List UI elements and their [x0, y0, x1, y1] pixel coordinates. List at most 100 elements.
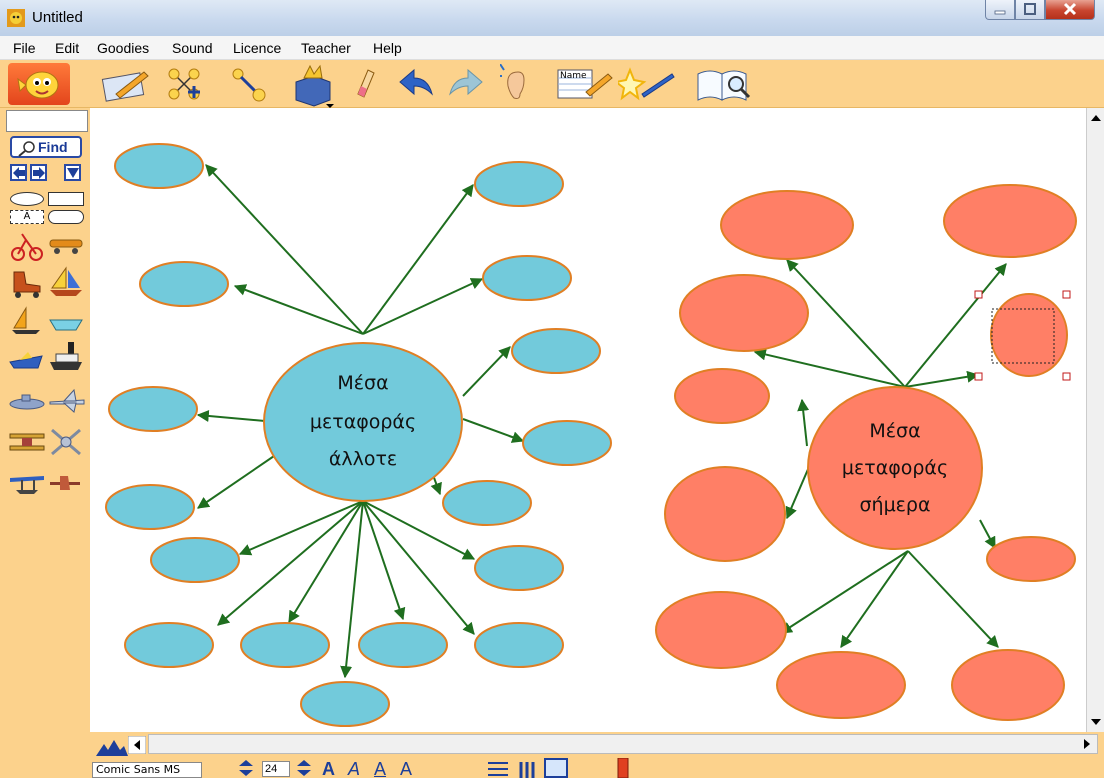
left-map-node[interactable]: [511, 328, 601, 374]
skateboard-icon[interactable]: [48, 234, 84, 256]
text-shape-button[interactable]: A: [10, 210, 44, 224]
triangle-down-icon: [67, 168, 79, 178]
svg-text:Name: Name: [560, 71, 587, 81]
propeller-plane-icon[interactable]: [48, 472, 84, 494]
biplane-icon[interactable]: [8, 426, 46, 458]
align-lines-icon[interactable]: [486, 760, 510, 778]
rectangle-shape-button[interactable]: [48, 192, 84, 206]
network-icon: [168, 68, 200, 100]
helicopter-icon[interactable]: [48, 426, 84, 458]
name-tag-icon: Name: [557, 69, 613, 99]
size-stepper-icon[interactable]: [294, 758, 314, 778]
seaplane-icon[interactable]: [8, 468, 46, 498]
menu-teacher[interactable]: Teacher: [301, 40, 351, 56]
font-size-field[interactable]: 24: [262, 761, 290, 777]
tricycle-icon[interactable]: [10, 230, 44, 262]
text-color-button[interactable]: A: [400, 759, 412, 778]
left-map-node[interactable]: [139, 261, 229, 307]
horizontal-scroll-area: [90, 732, 1104, 758]
submarine-icon[interactable]: [8, 392, 46, 412]
right-map-node[interactable]: [655, 591, 787, 669]
left-center-label-line3: άλλοτε: [329, 448, 397, 470]
font-stepper-icon[interactable]: [236, 758, 256, 778]
sailboat-icon[interactable]: [48, 266, 84, 298]
scroll-down-icon[interactable]: [1087, 712, 1104, 732]
maximize-button[interactable]: [1015, 0, 1045, 20]
right-map-node[interactable]: [679, 274, 809, 352]
left-map-node[interactable]: [482, 255, 572, 301]
left-map-node[interactable]: [240, 622, 330, 668]
magic-wand-icon: [613, 67, 675, 101]
minimize-button[interactable]: [985, 0, 1015, 20]
color-swatch-icon[interactable]: [616, 758, 630, 778]
horizontal-scrollbar[interactable]: [148, 734, 1098, 754]
left-map-node[interactable]: [442, 480, 532, 526]
prev-button[interactable]: [10, 164, 27, 181]
magic-wand-button[interactable]: [613, 64, 676, 104]
ear-button[interactable]: [498, 63, 530, 104]
left-map-node[interactable]: [300, 681, 390, 727]
next-button[interactable]: [30, 164, 47, 181]
right-map-node[interactable]: [664, 466, 786, 562]
left-map-node[interactable]: [474, 622, 564, 668]
left-map-node[interactable]: [522, 420, 612, 466]
sidebar-input[interactable]: [6, 110, 88, 132]
scroll-left-icon[interactable]: [128, 736, 146, 754]
scroll-up-icon[interactable]: [1087, 108, 1104, 128]
speedboat-icon[interactable]: [8, 346, 44, 374]
right-map-node[interactable]: [986, 536, 1076, 582]
columns-icon[interactable]: [518, 760, 538, 778]
name-tag-button[interactable]: Name: [556, 64, 614, 104]
network-button[interactable]: [164, 64, 204, 104]
link-arrow-button[interactable]: [228, 64, 268, 104]
close-icon: [1063, 2, 1077, 16]
menu-file[interactable]: File: [13, 40, 36, 56]
menu-help[interactable]: Help: [373, 40, 402, 56]
left-map-node[interactable]: [358, 622, 448, 668]
redo-button[interactable]: [444, 64, 484, 104]
right-map-node[interactable]: [776, 651, 906, 719]
title-bar: Untitled: [0, 0, 1104, 36]
jet-icon[interactable]: [48, 388, 86, 414]
format-bar: Comic Sans MS 24 A A A A: [90, 758, 1104, 778]
steamship-icon[interactable]: [48, 340, 84, 374]
menu-edit[interactable]: Edit: [55, 40, 79, 56]
underline-button[interactable]: A: [374, 759, 386, 778]
right-map-node[interactable]: [720, 190, 854, 260]
left-map-node[interactable]: [150, 537, 240, 583]
dropdown-button[interactable]: [64, 164, 81, 181]
picture-pencil-button[interactable]: [100, 64, 152, 104]
left-map-node[interactable]: [474, 161, 564, 207]
roller-skate-icon[interactable]: [8, 268, 44, 298]
mascot-button[interactable]: [8, 63, 70, 105]
right-map-node[interactable]: [951, 649, 1065, 721]
rowboat-icon[interactable]: [48, 314, 84, 334]
italic-button[interactable]: A: [348, 759, 360, 778]
bold-button[interactable]: A: [322, 759, 335, 778]
rounded-shape-button[interactable]: [48, 210, 84, 224]
ellipse-shape-button[interactable]: [10, 192, 44, 206]
left-map-node[interactable]: [474, 545, 564, 591]
right-map-node[interactable]: [943, 184, 1077, 258]
close-button[interactable]: [1045, 0, 1095, 20]
right-map-node-selected[interactable]: [990, 293, 1068, 377]
fill-box-icon[interactable]: [544, 758, 568, 778]
mind-map-canvas[interactable]: Μέσα μεταφοράς άλλοτε Μέσα μεταφοράς σήμ…: [90, 108, 1086, 732]
scroll-right-icon[interactable]: [1078, 735, 1096, 753]
menu-licence[interactable]: Licence: [233, 40, 281, 56]
left-map-node[interactable]: [114, 143, 204, 189]
right-map-node[interactable]: [674, 368, 770, 424]
left-map-node[interactable]: [124, 622, 214, 668]
menu-goodies[interactable]: Goodies: [97, 40, 149, 56]
book-search-button[interactable]: [694, 64, 756, 104]
undo-button[interactable]: [398, 64, 438, 104]
left-map-node[interactable]: [108, 386, 198, 432]
eraser-button[interactable]: [352, 64, 378, 104]
find-button[interactable]: Find: [10, 136, 82, 158]
goodies-box-button[interactable]: [290, 64, 336, 108]
vertical-scrollbar[interactable]: [1086, 108, 1104, 740]
menu-sound[interactable]: Sound: [172, 40, 212, 56]
font-name-field[interactable]: Comic Sans MS: [92, 762, 202, 778]
sailboard-icon[interactable]: [10, 306, 42, 336]
left-map-node[interactable]: [105, 484, 195, 530]
